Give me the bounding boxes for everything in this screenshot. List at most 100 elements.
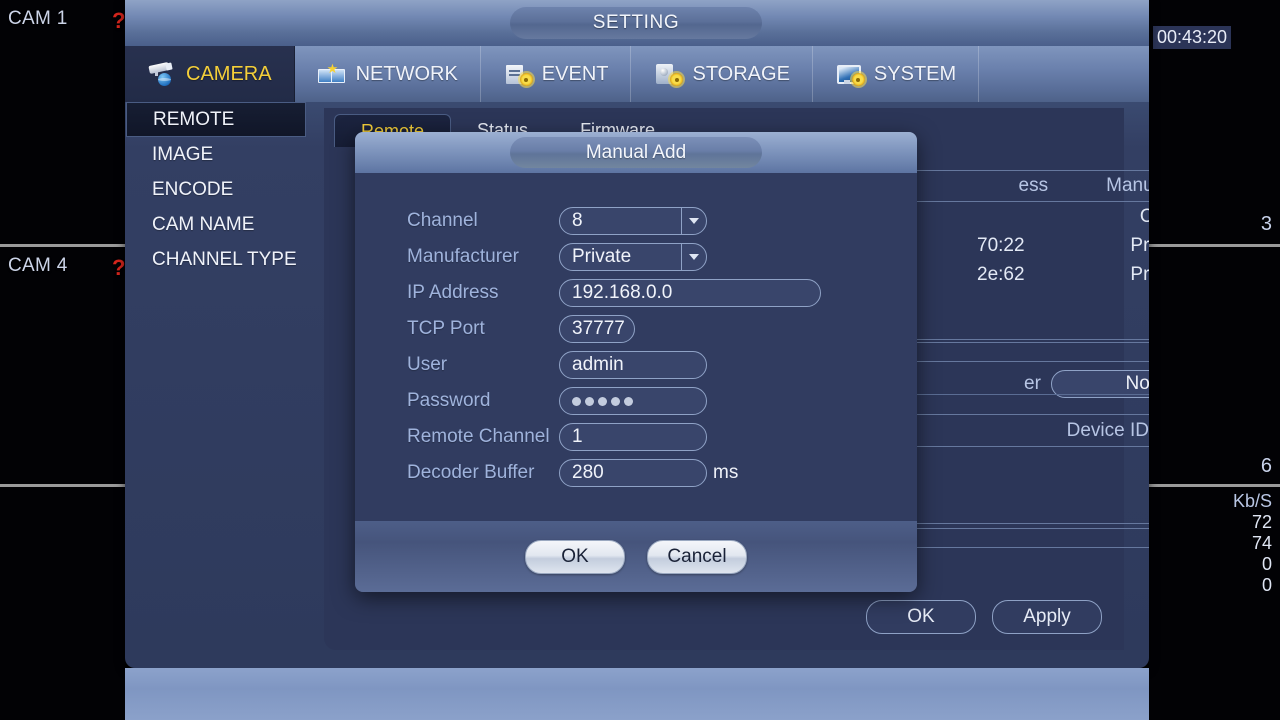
cell-address: 70:22 (977, 235, 1051, 257)
video-cell-cam4[interactable]: CAM 4 ? (0, 247, 125, 487)
channel-value: 8 (572, 210, 681, 232)
field-ip-address: IP Address 192.168.0.0 (407, 279, 821, 307)
decoder-buffer-input[interactable]: 280 (559, 459, 707, 487)
sidebar-item-channel-type[interactable]: CHANNEL TYPE (125, 242, 307, 277)
field-user: User admin (407, 351, 707, 379)
filter-value: None (1052, 373, 1149, 395)
sidebar-item-label: IMAGE (152, 144, 213, 165)
filter-label: er (1024, 373, 1041, 395)
dialog-footer: OK Cancel (355, 521, 917, 592)
tab-camera[interactable]: CAMERA (125, 46, 295, 102)
manual-add-dialog: Manual Add Channel 8 Manufacturer Privat… (355, 132, 917, 592)
page-title: SETTING (510, 7, 762, 39)
video-cell-right-top[interactable]: 00:43:20 3 (1149, 0, 1280, 247)
field-password: Password (407, 387, 707, 415)
tab-system[interactable]: SYSTEM (813, 46, 979, 102)
cell-address: 2e:62 (977, 264, 1051, 286)
bitrate-value: 0 (1233, 575, 1272, 596)
decoder-buffer-value: 280 (572, 462, 604, 484)
chevron-down-icon[interactable] (681, 208, 706, 234)
button-label: OK (907, 606, 934, 628)
field-channel: Channel 8 (407, 207, 707, 235)
sidebar-item-image[interactable]: IMAGE (125, 137, 307, 172)
ip-address-value: 192.168.0.0 (572, 282, 672, 304)
camera-label: CAM 1 (8, 8, 68, 30)
timestamp: 00:43:20 (1153, 26, 1231, 49)
bitrate-value: 72 (1233, 512, 1272, 533)
video-cell-cam1[interactable]: CAM 1 ? (0, 0, 125, 247)
tab-storage[interactable]: STORAGE (631, 46, 812, 102)
ip-address-input[interactable]: 192.168.0.0 (559, 279, 821, 307)
dialog-title: Manual Add (510, 137, 762, 168)
main-tab-bar: CAMERA ★ NETWORK EVENT (125, 46, 1149, 102)
dialog-cancel-button[interactable]: Cancel (647, 540, 747, 574)
field-tcp-port: TCP Port 37777 (407, 315, 635, 343)
user-value: admin (572, 354, 624, 376)
network-monitors-icon: ★ (317, 61, 347, 87)
field-manufacturer: Manufacturer Private (407, 243, 707, 271)
tab-label: SYSTEM (874, 63, 956, 86)
bitrate-value: 0 (1233, 554, 1272, 575)
system-monitor-gear-icon (835, 61, 865, 87)
dialog-ok-button[interactable]: OK (525, 540, 625, 574)
channel-number: 3 (1261, 213, 1272, 236)
sidebar-item-cam-name[interactable]: CAM NAME (125, 207, 307, 242)
event-page-gear-icon (503, 61, 533, 87)
bitrate-value: 74 (1233, 533, 1272, 554)
dialog-body: Channel 8 Manufacturer Private IP Addres… (355, 173, 917, 551)
button-label: OK (561, 546, 588, 568)
channel-number: 6 (1261, 455, 1272, 478)
sidebar-item-label: ENCODE (152, 179, 233, 200)
field-decoder-buffer: Decoder Buffer 280 ms (407, 459, 738, 487)
manufacturer-select[interactable]: Private (559, 243, 707, 271)
video-cell-right-bottom[interactable]: Kb/S 72 74 0 0 (1149, 487, 1280, 720)
video-cell-right-mid[interactable]: 6 (1149, 247, 1280, 487)
password-input[interactable] (559, 387, 707, 415)
video-cell-lower-left[interactable] (0, 487, 125, 720)
dialog-title-bar: Manual Add (355, 132, 917, 173)
tab-label: NETWORK (356, 63, 458, 86)
cell-manufacturer: Onvi (1105, 206, 1149, 228)
panel-apply-button[interactable]: Apply (992, 600, 1102, 634)
storage-disk-gear-icon (653, 61, 683, 87)
field-label: TCP Port (407, 318, 559, 340)
field-label: Password (407, 390, 559, 412)
password-masked-value (572, 397, 633, 406)
sidebar-item-remote[interactable]: REMOTE (126, 102, 306, 137)
tab-label: STORAGE (692, 63, 789, 86)
button-label: Cancel (667, 546, 726, 568)
tcp-port-value: 37777 (572, 318, 625, 340)
field-label: Channel (407, 210, 559, 232)
chevron-down-icon[interactable] (681, 244, 706, 270)
field-remote-channel: Remote Channel 1 (407, 423, 707, 451)
remote-channel-input[interactable]: 1 (559, 423, 707, 451)
bitrate-readout: Kb/S 72 74 0 0 (1233, 491, 1272, 596)
field-label: Decoder Buffer (407, 462, 559, 484)
panel-action-buttons: OK Apply (866, 600, 1102, 634)
field-label: User (407, 354, 559, 376)
window-title-bar: SETTING (125, 0, 1149, 46)
column-header-manufacturer: Manufac (1106, 175, 1149, 197)
button-label: Apply (1023, 606, 1071, 628)
panel-ok-button[interactable]: OK (866, 600, 976, 634)
remote-channel-value: 1 (572, 426, 583, 448)
channel-select[interactable]: 8 (559, 207, 707, 235)
column-header-address: ess (1019, 175, 1049, 197)
sidebar-item-encode[interactable]: ENCODE (125, 172, 307, 207)
column-header-device-id: Device ID (1067, 420, 1149, 442)
sidebar-menu: REMOTE IMAGE ENCODE CAM NAME CHANNEL TYP… (125, 102, 307, 277)
tab-network[interactable]: ★ NETWORK (295, 46, 481, 102)
no-signal-icon: ? (112, 8, 125, 34)
tab-event[interactable]: EVENT (481, 46, 632, 102)
field-label: Manufacturer (407, 246, 559, 268)
no-signal-icon: ? (112, 255, 125, 281)
user-input[interactable]: admin (559, 351, 707, 379)
tab-label: EVENT (542, 63, 609, 86)
bitrate-header: Kb/S (1233, 491, 1272, 512)
sidebar-item-label: CAM NAME (152, 214, 254, 235)
cell-manufacturer: Privat (1105, 264, 1149, 286)
tcp-port-input[interactable]: 37777 (559, 315, 635, 343)
manufacturer-value: Private (572, 246, 681, 268)
camera-label: CAM 4 (8, 255, 68, 277)
cell-manufacturer: Privat (1105, 235, 1149, 257)
